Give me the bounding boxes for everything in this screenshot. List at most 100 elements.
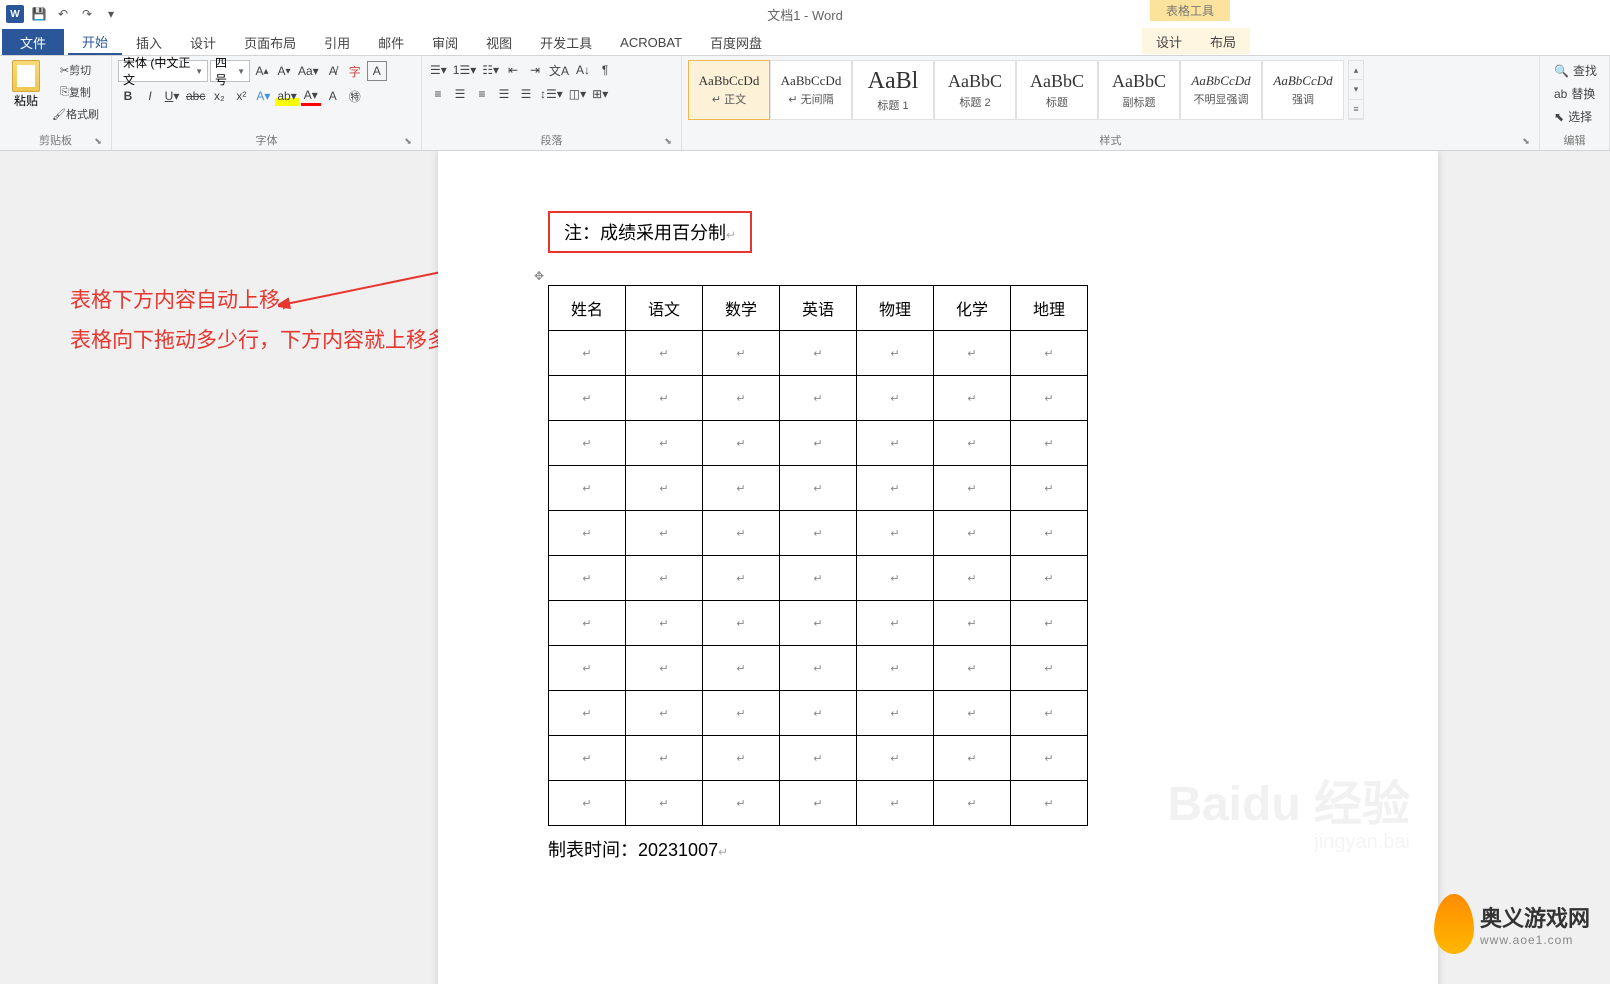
table-cell[interactable]: ↵ bbox=[1011, 511, 1088, 556]
borders-button[interactable]: ⊞▾ bbox=[590, 84, 610, 104]
font-size-combo[interactable]: 四号▼ bbox=[210, 60, 250, 82]
table-cell[interactable]: ↵ bbox=[857, 646, 934, 691]
table-cell[interactable]: ↵ bbox=[934, 646, 1011, 691]
table-cell[interactable]: ↵ bbox=[934, 511, 1011, 556]
table-cell[interactable]: ↵ bbox=[549, 736, 626, 781]
char-shading-button[interactable]: A bbox=[323, 86, 343, 106]
change-case-button[interactable]: Aa▾ bbox=[296, 61, 321, 81]
table-header-cell[interactable]: 英语 bbox=[780, 286, 857, 331]
table-move-handle-icon[interactable]: ✥ bbox=[534, 269, 1328, 283]
table-cell[interactable]: ↵ bbox=[626, 601, 703, 646]
table-cell[interactable]: ↵ bbox=[934, 736, 1011, 781]
table-cell[interactable]: ↵ bbox=[549, 646, 626, 691]
grow-font-button[interactable]: A▴ bbox=[252, 61, 272, 81]
table-cell[interactable]: ↵ bbox=[1011, 421, 1088, 466]
clipboard-launcher-icon[interactable]: ⬊ bbox=[93, 136, 103, 146]
distributed-button[interactable]: ☰ bbox=[516, 84, 536, 104]
table-cell[interactable]: ↵ bbox=[1011, 376, 1088, 421]
replace-button[interactable]: ab替换 bbox=[1550, 83, 1603, 104]
paste-button[interactable]: 粘贴 bbox=[6, 60, 46, 109]
style-item-1[interactable]: AaBbCcDd↵ 无间隔 bbox=[770, 60, 852, 120]
table-cell[interactable]: ↵ bbox=[934, 376, 1011, 421]
table-cell[interactable]: ↵ bbox=[934, 781, 1011, 826]
table-cell[interactable]: ↵ bbox=[549, 376, 626, 421]
table-cell[interactable]: ↵ bbox=[780, 376, 857, 421]
save-button[interactable]: 💾 bbox=[28, 3, 50, 25]
table-cell[interactable]: ↵ bbox=[780, 511, 857, 556]
table-cell[interactable]: ↵ bbox=[703, 466, 780, 511]
table-cell[interactable]: ↵ bbox=[703, 646, 780, 691]
table-cell[interactable]: ↵ bbox=[857, 331, 934, 376]
align-left-button[interactable]: ≡ bbox=[428, 84, 448, 104]
paragraph-launcher-icon[interactable]: ⬊ bbox=[663, 136, 673, 146]
sort-button[interactable]: A↓ bbox=[573, 60, 593, 80]
table-cell[interactable]: ↵ bbox=[549, 331, 626, 376]
style-item-5[interactable]: AaBbC副标题 bbox=[1098, 60, 1180, 120]
table-cell[interactable]: ↵ bbox=[934, 466, 1011, 511]
table-cell[interactable]: ↵ bbox=[780, 601, 857, 646]
justify-button[interactable]: ☰ bbox=[494, 84, 514, 104]
table-cell[interactable]: ↵ bbox=[857, 511, 934, 556]
table-cell[interactable]: ↵ bbox=[857, 376, 934, 421]
table-header-cell[interactable]: 地理 bbox=[1011, 286, 1088, 331]
tab-page-layout[interactable]: 页面布局 bbox=[230, 29, 310, 55]
table-cell[interactable]: ↵ bbox=[703, 691, 780, 736]
format-painter-button[interactable]: 🖌 格式刷 bbox=[50, 104, 101, 124]
table-cell[interactable]: ↵ bbox=[857, 691, 934, 736]
tab-acrobat[interactable]: ACROBAT bbox=[606, 29, 696, 55]
table-cell[interactable]: ↵ bbox=[1011, 781, 1088, 826]
font-launcher-icon[interactable]: ⬊ bbox=[403, 136, 413, 146]
note-text-box[interactable]: 注：成绩采用百分制↵ bbox=[548, 211, 752, 253]
table-cell[interactable]: ↵ bbox=[934, 601, 1011, 646]
table-cell[interactable]: ↵ bbox=[549, 511, 626, 556]
qat-customize-button[interactable]: ▾ bbox=[100, 3, 122, 25]
document-page[interactable]: 注：成绩采用百分制↵ ✥ 姓名语文数学英语物理化学地理 ↵↵↵↵↵↵↵↵↵↵↵↵… bbox=[438, 151, 1438, 984]
table-cell[interactable]: ↵ bbox=[626, 691, 703, 736]
grade-table[interactable]: 姓名语文数学英语物理化学地理 ↵↵↵↵↵↵↵↵↵↵↵↵↵↵↵↵↵↵↵↵↵↵↵↵↵… bbox=[548, 285, 1088, 826]
tab-table-layout[interactable]: 布局 bbox=[1196, 28, 1250, 54]
font-name-combo[interactable]: 宋体 (中文正文▼ bbox=[118, 60, 208, 82]
table-cell[interactable]: ↵ bbox=[549, 781, 626, 826]
cut-button[interactable]: ✂ 剪切 bbox=[50, 60, 101, 80]
undo-button[interactable]: ↶ bbox=[52, 3, 74, 25]
subscript-button[interactable]: x₂ bbox=[209, 86, 229, 106]
table-header-cell[interactable]: 数学 bbox=[703, 286, 780, 331]
table-cell[interactable]: ↵ bbox=[549, 556, 626, 601]
table-header-cell[interactable]: 物理 bbox=[857, 286, 934, 331]
table-cell[interactable]: ↵ bbox=[626, 511, 703, 556]
shrink-font-button[interactable]: A▾ bbox=[274, 61, 294, 81]
tab-table-design[interactable]: 设计 bbox=[1142, 28, 1196, 54]
table-cell[interactable]: ↵ bbox=[626, 646, 703, 691]
table-cell[interactable]: ↵ bbox=[1011, 601, 1088, 646]
gallery-down-button[interactable]: ▾ bbox=[1349, 80, 1363, 99]
file-tab[interactable]: 文件 bbox=[2, 29, 64, 55]
table-cell[interactable]: ↵ bbox=[934, 691, 1011, 736]
style-item-4[interactable]: AaBbC标题 bbox=[1016, 60, 1098, 120]
text-direction-button[interactable]: 文A bbox=[547, 60, 571, 80]
table-cell[interactable]: ↵ bbox=[626, 736, 703, 781]
table-header-cell[interactable]: 姓名 bbox=[549, 286, 626, 331]
tab-insert[interactable]: 插入 bbox=[122, 29, 176, 55]
table-cell[interactable]: ↵ bbox=[934, 556, 1011, 601]
styles-launcher-icon[interactable]: ⬊ bbox=[1521, 136, 1531, 146]
increase-indent-button[interactable]: ⇥ bbox=[525, 60, 545, 80]
table-cell[interactable]: ↵ bbox=[1011, 646, 1088, 691]
tab-review[interactable]: 审阅 bbox=[418, 29, 472, 55]
table-cell[interactable]: ↵ bbox=[626, 556, 703, 601]
style-item-2[interactable]: AaBl标题 1 bbox=[852, 60, 934, 120]
table-cell[interactable]: ↵ bbox=[780, 781, 857, 826]
table-cell[interactable]: ↵ bbox=[549, 691, 626, 736]
table-cell[interactable]: ↵ bbox=[780, 691, 857, 736]
table-header-cell[interactable]: 语文 bbox=[626, 286, 703, 331]
table-cell[interactable]: ↵ bbox=[703, 331, 780, 376]
table-cell[interactable]: ↵ bbox=[934, 421, 1011, 466]
table-cell[interactable]: ↵ bbox=[1011, 466, 1088, 511]
table-cell[interactable]: ↵ bbox=[780, 736, 857, 781]
table-cell[interactable]: ↵ bbox=[857, 466, 934, 511]
table-cell[interactable]: ↵ bbox=[934, 331, 1011, 376]
bold-button[interactable]: B bbox=[118, 86, 138, 106]
copy-button[interactable]: ⎘ 复制 bbox=[50, 82, 101, 102]
table-cell[interactable]: ↵ bbox=[857, 736, 934, 781]
enclose-char-button[interactable]: ㊕ bbox=[345, 86, 365, 106]
table-cell[interactable]: ↵ bbox=[857, 601, 934, 646]
